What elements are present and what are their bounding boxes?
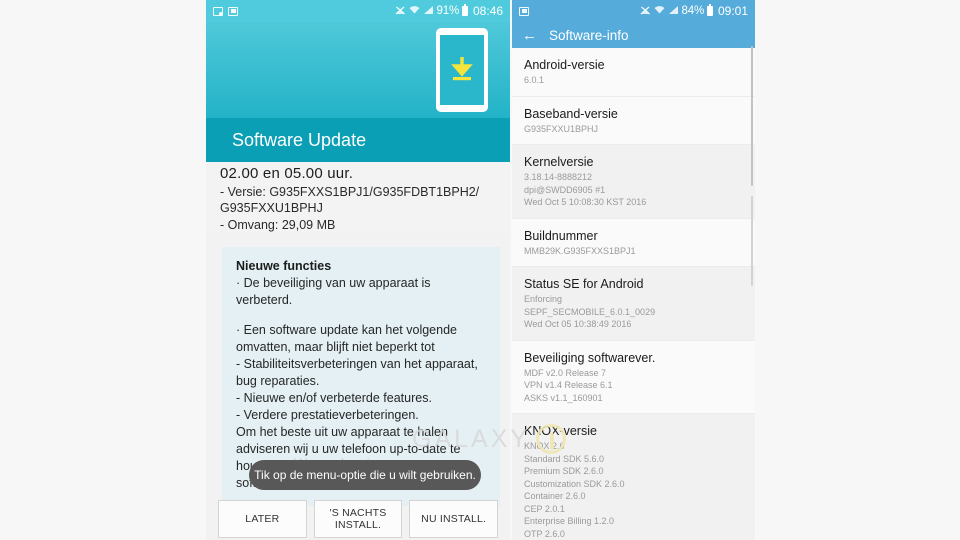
- update-version-line: - Versie: G935FXXS1BPJ1/G935FDBT1BPH2/: [220, 184, 480, 199]
- info-row-value: Enterprise Billing 1.2.0: [524, 516, 615, 526]
- info-row[interactable]: KNOX-versie KNOX 2.6 Standard SDK 5.6.0 Pre…: [512, 414, 755, 540]
- info-row[interactable]: Beveiliging softwarever. MDF v2.0 Release…: [512, 340, 755, 414]
- info-row-label: Status SE for Android: [524, 277, 644, 291]
- info-row-value: dpi@SWDD6905 #1: [524, 184, 606, 195]
- info-row-value: MMB29K.G935FXXS1BPJ1: [524, 245, 636, 256]
- right-status-bar: 84% 09:01: [512, 0, 755, 22]
- release-notes-title: Nieuwe functies: [236, 259, 332, 273]
- image-saved-icon: [519, 6, 529, 16]
- info-row-value: KNOX 2.6: [524, 441, 565, 451]
- info-row[interactable]: Buildnummer MMB29K.G935FXXS1BPJ1: [512, 218, 755, 267]
- screenshot-canvas: 91% 08:46 Software Update 02.00 en 05.00…: [0, 0, 960, 540]
- right-battery-percent: 84%: [681, 5, 705, 17]
- info-row-value: G935FXXU1BPHJ: [524, 123, 599, 134]
- screenshot-saved-icon: [213, 6, 223, 16]
- left-battery-percent: 91%: [436, 5, 460, 17]
- info-row-value: MDF v2.0 Release 7: [524, 367, 607, 378]
- update-action-buttons: LATER 'S NACHTS INSTALL. NU INSTALL.: [218, 500, 499, 538]
- info-row-value: CEP 2.0.1: [524, 503, 565, 514]
- download-arrow-icon: [451, 57, 473, 81]
- info-row-value: Customization SDK 2.6.0: [524, 478, 625, 489]
- software-update-banner: [206, 22, 510, 118]
- scrollbar-track[interactable]: [750, 196, 753, 286]
- signal-icon: [668, 5, 679, 18]
- no-sim-icon: [640, 6, 651, 16]
- update-details: 02.00 en 05.00 uur. - Versie: G935FXXS1B…: [206, 162, 510, 233]
- release-note-2: · Een software update kan het volgende o…: [236, 323, 457, 354]
- info-row-label: Baseband-versie: [524, 106, 618, 121]
- info-row[interactable]: Baseband-versie G935FXXU1BPHJ: [512, 96, 755, 145]
- software-info-list: Android-versie 6.0.1 Baseband-versie G935FX…: [512, 48, 755, 540]
- wifi-icon: [409, 5, 420, 18]
- no-sim-icon: [395, 6, 406, 16]
- software-update-title-bar: Software Update: [206, 118, 510, 162]
- info-row-label: Kernelversie: [524, 155, 594, 169]
- install-now-button[interactable]: NU INSTALL.: [409, 500, 499, 538]
- info-row[interactable]: Status SE for Android Enforcing SEPF_SECMO…: [512, 267, 755, 341]
- left-phone-screen: 91% 08:46 Software Update 02.00 en 05.00…: [206, 0, 510, 540]
- left-status-bar: 91% 08:46: [206, 0, 510, 22]
- info-row[interactable]: Kernelversie 3.18.14-8888212 dpi@SWDD6905 …: [512, 145, 755, 219]
- update-version-line-2: G935FXXU1BPHJ: [220, 201, 323, 215]
- back-arrow-icon[interactable]: ←: [522, 28, 537, 43]
- menu-hint-toast: Tik op de menu-optie die u wilt gebruike…: [249, 460, 481, 490]
- right-phone-screen: 84% 09:01 ← Software-info Android-versie…: [512, 0, 755, 540]
- wifi-icon: [654, 5, 665, 18]
- info-row-value: 3.18.14-8888212: [524, 172, 593, 182]
- info-row-label: Android-versie: [524, 58, 605, 72]
- info-row-value: VPN v1.4 Release 6.1: [524, 380, 613, 390]
- image-saved-icon: [228, 6, 238, 16]
- info-row-value: Container 2.6.0: [524, 491, 586, 501]
- info-row-value: Standard SDK 5.6.0: [524, 453, 605, 464]
- release-note-1: · De beveiliging van uw apparaat is verb…: [236, 276, 431, 307]
- battery-icon: [461, 4, 468, 16]
- info-row[interactable]: Android-versie 6.0.1: [512, 48, 755, 97]
- info-row-value: Wed Oct 5 10:08:30 KST 2016: [524, 197, 647, 207]
- info-row-value: Premium SDK 2.6.0: [524, 466, 604, 476]
- release-note-5: - Verdere prestatieverbeteringen.: [236, 408, 419, 422]
- battery-icon: [706, 4, 713, 16]
- info-row-label: Buildnummer: [524, 228, 598, 243]
- info-row-value: ASKS v1.1_160901: [524, 392, 603, 403]
- software-info-title: Software-info: [549, 27, 629, 43]
- info-row-value: 6.0.1: [524, 75, 545, 85]
- info-row-value: SEPF_SECMOBILE_6.0.1_0029: [524, 306, 656, 317]
- software-info-app-bar: ← Software-info: [512, 22, 755, 48]
- install-tonight-button[interactable]: 'S NACHTS INSTALL.: [313, 500, 403, 538]
- scrollbar-thumb[interactable]: [750, 46, 753, 186]
- update-size-line: - Omvang: 29,09 MB: [220, 217, 336, 232]
- phone-download-icon: [436, 28, 488, 112]
- info-row-label: Beveiliging softwarever.: [524, 350, 656, 365]
- release-note-3: - Stabiliteitsverbeteringen van het appa…: [236, 357, 478, 388]
- signal-icon: [423, 5, 434, 18]
- update-time-line: 02.00 en 05.00 uur.: [220, 165, 354, 182]
- right-clock: 09:01: [717, 4, 748, 18]
- info-row-value: Wed Oct 05 10:38:49 2016: [524, 319, 632, 329]
- release-note-4: - Nieuwe en/of verbeterde features.: [236, 391, 432, 405]
- info-row-value: Enforcing: [524, 294, 563, 304]
- page-title: Software Update: [232, 129, 367, 150]
- info-row-value: OTP 2.6.0: [524, 528, 565, 539]
- left-clock: 08:46: [472, 4, 503, 18]
- info-row-label: KNOX-versie: [524, 424, 597, 438]
- later-button[interactable]: LATER: [218, 500, 307, 538]
